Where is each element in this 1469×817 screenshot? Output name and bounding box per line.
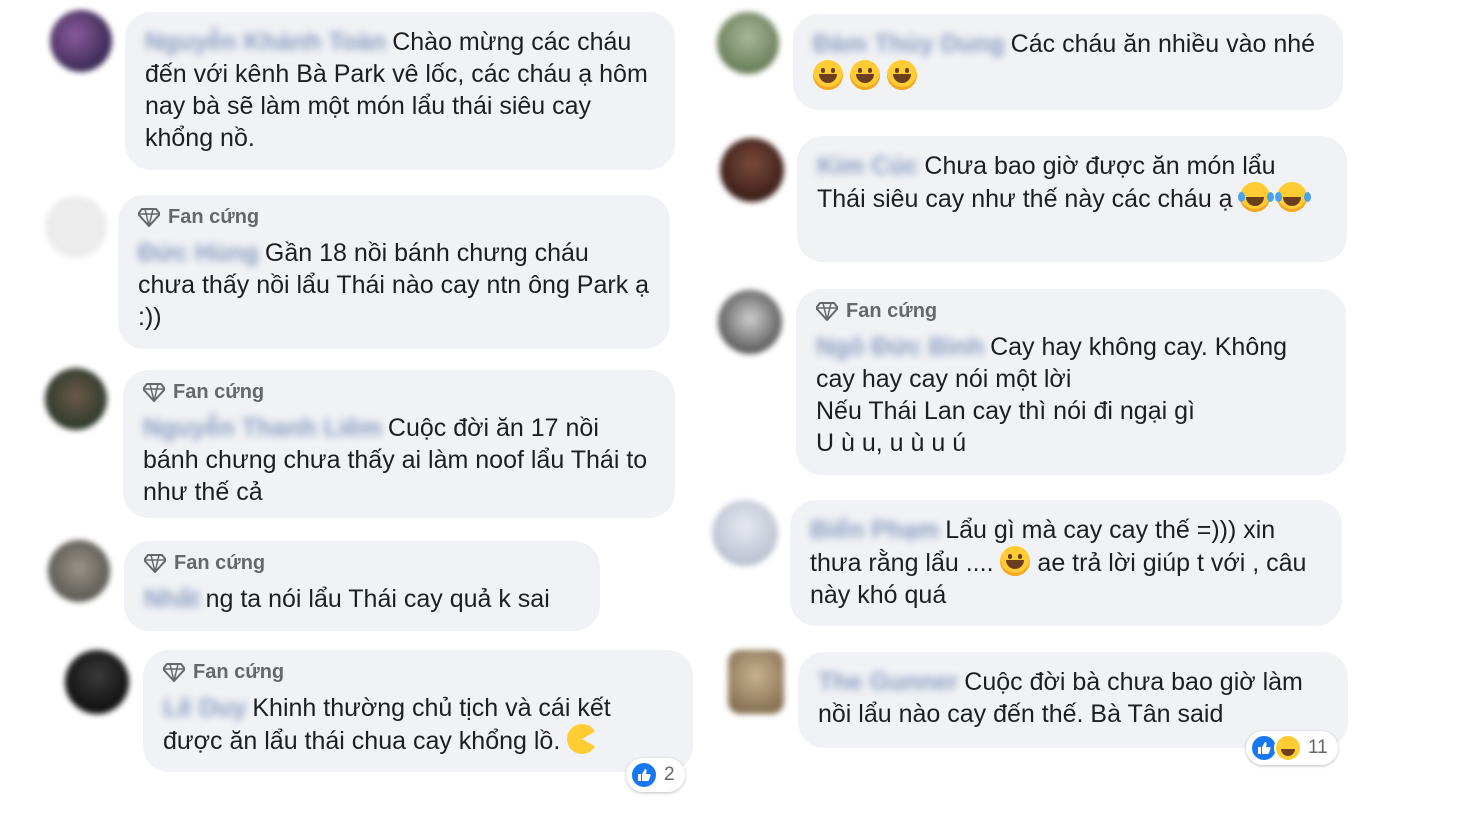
fan-badge: Fan cứng <box>163 660 673 684</box>
diamond-icon <box>163 663 185 682</box>
avatar[interactable] <box>728 650 784 714</box>
diamond-icon <box>138 208 160 227</box>
reaction-count: 2 <box>664 764 675 785</box>
comment-bubble: Kim Cúc Chưa bao giờ được ăn món lẩu Thái… <box>797 136 1347 262</box>
comment-bubble: Fan cứng Ngô Đức Bình Cay hay không cay. … <box>796 289 1346 475</box>
grinning-emoji-icon <box>813 60 843 90</box>
comment-text-line: cay hay cay nói một lời <box>816 365 1072 393</box>
commenter-name[interactable]: Nguyễn Khánh Toàn <box>145 28 386 56</box>
avatar[interactable] <box>48 540 110 602</box>
commenter-name[interactable]: Biển Phạm <box>810 516 939 544</box>
grinning-emoji-icon <box>849 60 880 90</box>
grinning-emoji-icon <box>886 60 917 90</box>
comment-bubble: Fan cứng Lê Duy Khinh thường chủ tịch và … <box>143 650 693 772</box>
comment-bubble: Biển Phạm Lẩu gì mà cay cay thế =))) xin … <box>790 500 1342 626</box>
commenter-name[interactable]: Đức Hùng <box>138 239 259 267</box>
comment-bubble: Đàm Thùy Dung Các cháu ăn nhiều vào nhé <box>793 14 1343 110</box>
comment-text-line: U ù u, u ù u ú <box>816 429 967 457</box>
avatar[interactable] <box>45 368 107 430</box>
avatar[interactable] <box>65 650 129 714</box>
fan-badge: Fan cứng <box>816 299 1326 323</box>
commenter-name[interactable]: Nguyễn Thanh Liêm <box>143 414 382 442</box>
diamond-icon <box>143 383 165 402</box>
avatar[interactable] <box>712 500 778 566</box>
comment-bubble: Fan cứng Nhất ng ta nói lẩu Thái cay quả … <box>124 541 600 631</box>
smiling-emoji-icon <box>1000 546 1031 576</box>
avatar[interactable] <box>45 196 107 258</box>
comment-bubble: Nguyễn Khánh Toàn Chào mừng các cháu đến … <box>125 12 675 170</box>
fan-badge: Fan cứng <box>138 205 650 229</box>
badge-label: Fan cứng <box>846 300 938 322</box>
haha-icon <box>1274 734 1302 762</box>
commenter-name[interactable]: Đàm Thùy Dung <box>813 30 1005 58</box>
commenter-name[interactable]: Nhất <box>144 585 200 613</box>
tears-of-joy-emoji-icon <box>1274 182 1307 212</box>
avatar[interactable] <box>50 10 112 72</box>
commenter-name[interactable]: The Gunner <box>818 668 958 696</box>
avatar[interactable] <box>718 290 782 354</box>
avatar[interactable] <box>720 138 784 202</box>
diamond-icon <box>816 302 838 321</box>
reaction-summary[interactable]: 2 <box>626 758 685 792</box>
pacman-emoji-icon <box>567 724 598 754</box>
tears-of-joy-emoji-icon <box>1237 182 1270 212</box>
comment-bubble: Fan cứng Đức Hùng Gần 18 nồi bánh chưng c… <box>118 195 670 349</box>
badge-label: Fan cứng <box>168 206 260 228</box>
comment-text-line: Nếu Thái Lan cay thì nói đi ngại gì <box>816 397 1195 425</box>
commenter-name[interactable]: Lê Duy <box>163 694 246 722</box>
reaction-summary[interactable]: 11 <box>1246 731 1338 765</box>
commenter-name[interactable]: Kim Cúc <box>817 152 918 180</box>
badge-label: Fan cứng <box>193 661 285 683</box>
comment-text: ng ta nói lẩu Thái cay quả k sai <box>205 585 550 613</box>
diamond-icon <box>144 554 166 573</box>
comment-bubble: Fan cứng Nguyễn Thanh Liêm Cuộc đời ăn 17… <box>123 370 675 518</box>
commenter-name[interactable]: Ngô Đức Bình <box>816 333 984 361</box>
comment-text-line: Cay hay không cay. Không <box>990 333 1288 361</box>
fan-badge: Fan cứng <box>144 551 580 575</box>
fan-badge: Fan cứng <box>143 380 655 404</box>
avatar[interactable] <box>717 12 779 74</box>
comment-text: Các cháu ăn nhiều vào nhé <box>1010 30 1316 58</box>
badge-label: Fan cứng <box>173 381 265 403</box>
badge-label: Fan cứng <box>174 552 266 574</box>
reaction-count: 11 <box>1308 737 1328 758</box>
like-icon <box>630 761 658 789</box>
